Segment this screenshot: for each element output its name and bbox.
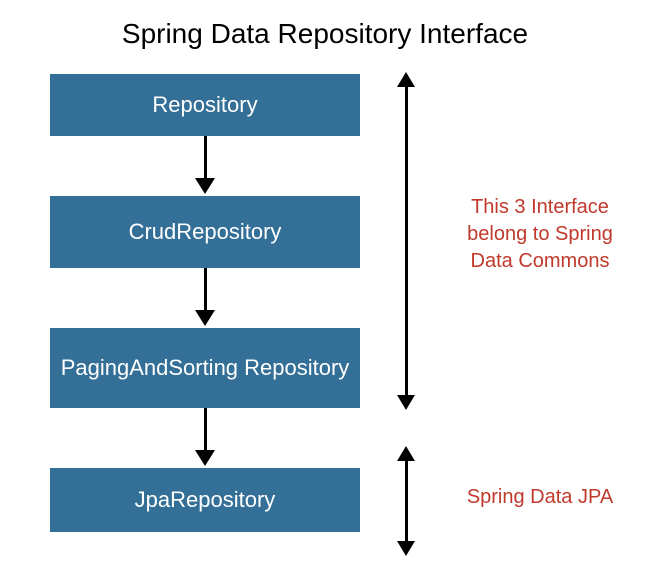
box-paging-and-sorting-repository: PagingAndSorting Repository (50, 328, 360, 408)
bracket-jpa (405, 460, 408, 542)
bracket-commons (405, 86, 408, 396)
annotation-jpa: Spring Data JPA (450, 484, 630, 511)
arrow-head-up-icon (397, 446, 415, 461)
annotation-commons: This 3 Interface belong to Spring Data C… (450, 194, 630, 275)
arrow-head-down-icon (397, 395, 415, 410)
box-repository: Repository (50, 74, 360, 136)
arrow-line (204, 408, 207, 452)
arrow-head-icon (195, 310, 215, 326)
arrow-line (204, 268, 207, 312)
box-jpa-repository: JpaRepository (50, 468, 360, 532)
diagram-canvas: Repository CrudRepository PagingAndSorti… (0, 64, 650, 564)
box-label: JpaRepository (135, 487, 276, 513)
arrow-line (204, 136, 207, 180)
box-crud-repository: CrudRepository (50, 196, 360, 268)
arrow-head-up-icon (397, 72, 415, 87)
box-label: Repository (152, 92, 257, 118)
diagram-title: Spring Data Repository Interface (0, 0, 650, 64)
box-label: CrudRepository (129, 219, 282, 245)
box-label: PagingAndSorting Repository (61, 355, 350, 381)
arrow-head-down-icon (397, 541, 415, 556)
arrow-head-icon (195, 450, 215, 466)
arrow-head-icon (195, 178, 215, 194)
